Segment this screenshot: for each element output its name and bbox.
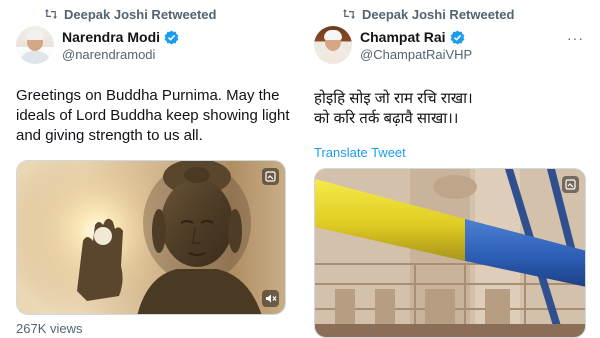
author-name[interactable]: Narendra Modi [62, 29, 160, 45]
translate-tweet-link[interactable]: Translate Tweet [314, 145, 406, 160]
author-name[interactable]: Champat Rai [360, 29, 446, 45]
speaker-muted-icon[interactable] [262, 290, 279, 307]
tweet-text: होइहि सोइ जो राम रचि राखा। को करि तर्क ब… [314, 89, 590, 129]
tweet-media-temple-construction[interactable] [314, 168, 586, 338]
tweet-media-buddha-video[interactable] [16, 160, 286, 315]
more-options-icon[interactable]: ··· [567, 30, 584, 46]
retweet-icon [342, 7, 356, 21]
temple-scaffolding-image [315, 169, 585, 337]
verified-badge-icon [164, 29, 179, 45]
retweet-label: Deepak Joshi Retweeted [64, 6, 217, 22]
author-handle[interactable]: @narendramodi [62, 47, 155, 62]
buddha-statue-image [17, 161, 285, 314]
author-name-row[interactable]: Narendra Modi [62, 29, 179, 45]
avatar[interactable] [314, 26, 352, 64]
tweet-text-line: होइहि सोइ जो राम रचि राखा। [314, 90, 473, 107]
tweet-champat-rai[interactable]: Deepak Joshi Retweeted Champat Rai @Cham… [300, 0, 600, 338]
tweet-narendra-modi[interactable]: Deepak Joshi Retweeted Narendra Modi @na… [0, 0, 300, 338]
verified-badge-icon [450, 29, 465, 45]
tweet-text-line: को करि तर्क बढ़ावै साखा।। [314, 110, 459, 127]
views-count: 267K views [16, 321, 83, 336]
tweet-text: Greetings on Buddha Purnima. May the ide… [16, 87, 290, 144]
retweet-icon [44, 7, 58, 21]
retweet-label: Deepak Joshi Retweeted [362, 6, 515, 22]
gif-badge-icon [262, 168, 279, 185]
retweet-context[interactable]: Deepak Joshi Retweeted [342, 5, 514, 23]
author-name-row[interactable]: Champat Rai [360, 29, 465, 45]
author-handle[interactable]: @ChampatRaiVHP [360, 47, 472, 62]
retweet-context[interactable]: Deepak Joshi Retweeted [44, 5, 216, 23]
gif-badge-icon [562, 176, 579, 193]
avatar[interactable] [16, 26, 54, 64]
